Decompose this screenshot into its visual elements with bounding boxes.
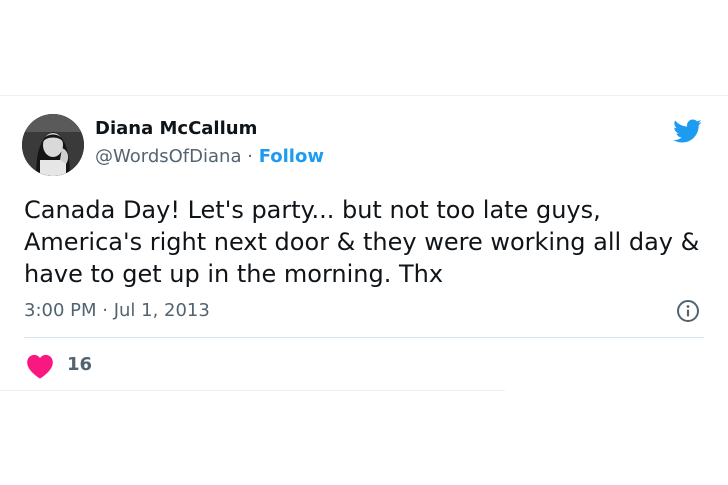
info-icon[interactable] bbox=[676, 299, 700, 323]
tweet-timestamp[interactable]: 3:00 PM · Jul 1, 2013 bbox=[24, 300, 210, 321]
author-name[interactable]: Diana McCallum bbox=[95, 118, 257, 139]
heart-icon[interactable] bbox=[26, 353, 54, 379]
avatar[interactable] bbox=[22, 114, 84, 176]
like-count: 16 bbox=[67, 354, 93, 375]
twitter-bird-icon[interactable] bbox=[670, 116, 704, 146]
card-bottom-border bbox=[0, 390, 505, 391]
follow-button[interactable]: Follow bbox=[259, 146, 324, 167]
author-handle[interactable]: @WordsOfDiana bbox=[95, 146, 241, 167]
tweet-card: Diana McCallum @WordsOfDiana · Follow Ca… bbox=[0, 95, 728, 391]
avatar-image bbox=[22, 114, 84, 176]
tweet-text: Canada Day! Let's party... but not too l… bbox=[24, 196, 700, 288]
handle-row: @WordsOfDiana · Follow bbox=[95, 146, 324, 167]
handle-separator: · bbox=[247, 146, 253, 167]
divider bbox=[24, 337, 704, 338]
